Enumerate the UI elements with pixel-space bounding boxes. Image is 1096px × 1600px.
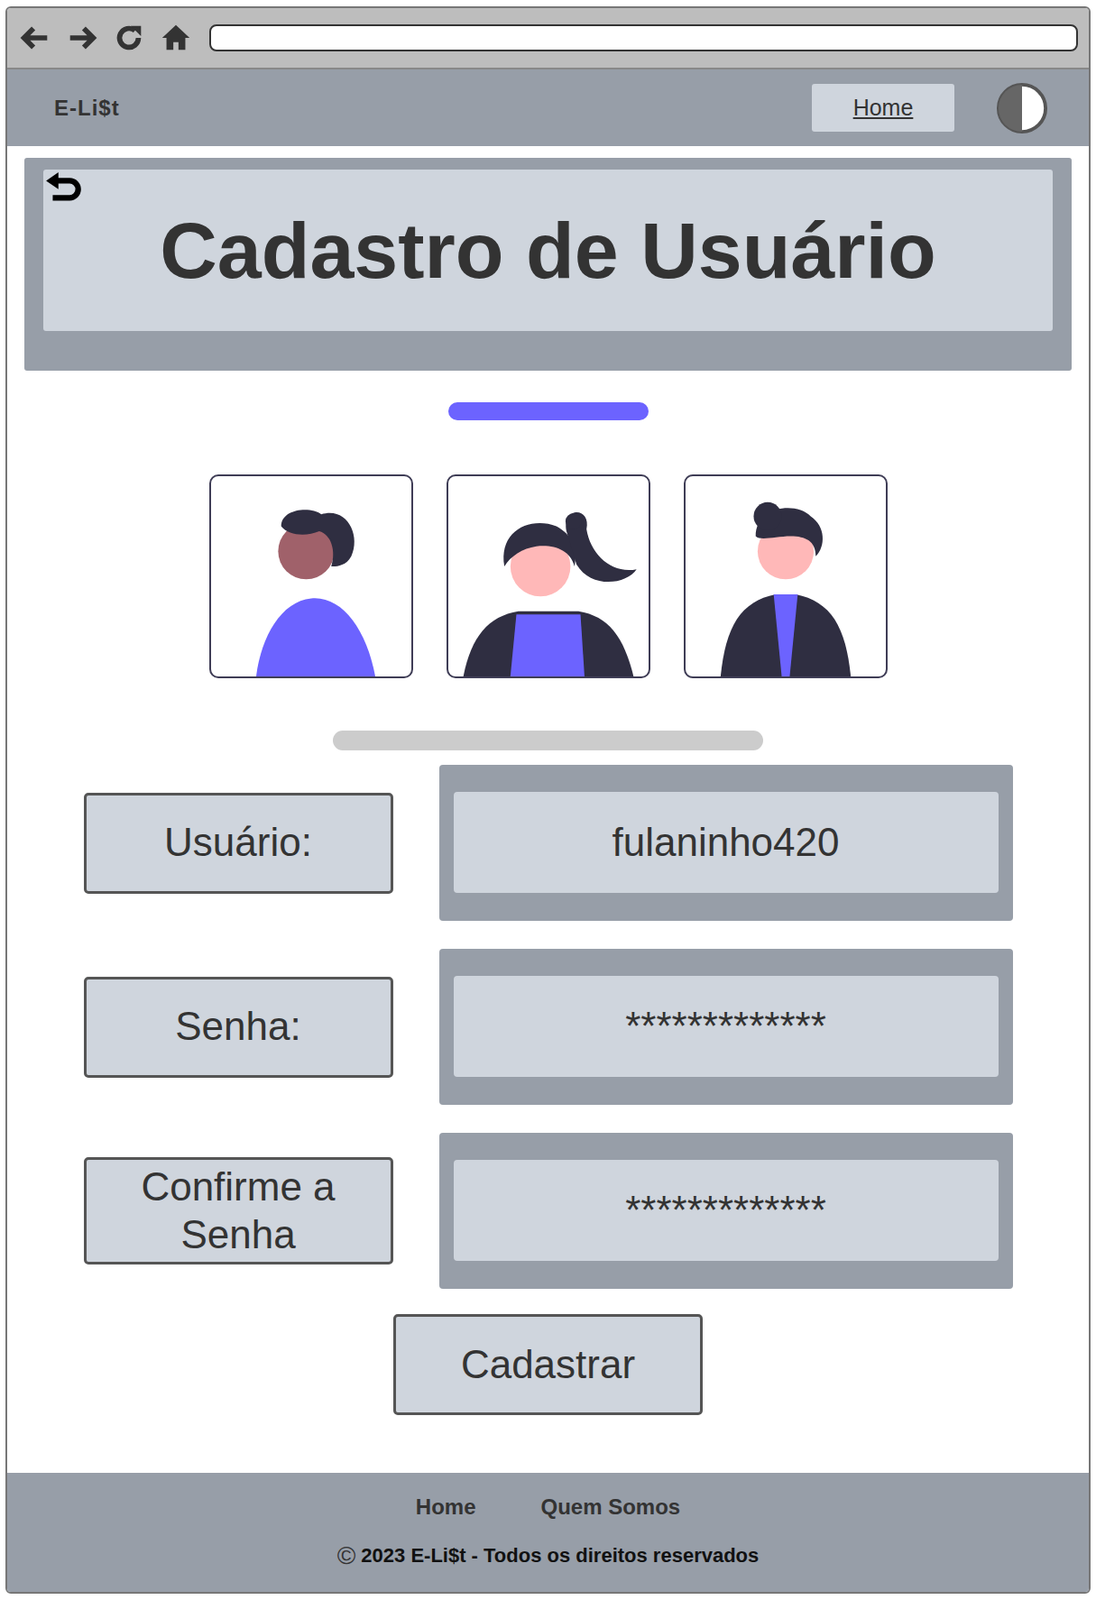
logo[interactable]: E-Li$t (54, 95, 120, 121)
woman-avatar-icon (448, 476, 649, 677)
nav-home-button[interactable]: Home (811, 83, 955, 132)
accent-bar (448, 402, 649, 421)
address-bar[interactable] (209, 24, 1078, 52)
footer-link[interactable]: Home (415, 1494, 477, 1520)
form-row: Senha: ************* (83, 948, 1014, 1106)
text-field[interactable]: ************* (453, 1160, 999, 1262)
signup-form: Usuário:fulaninho420Senha:*************C… (83, 764, 1014, 1416)
app-header: E-Li$t Home (7, 69, 1089, 147)
field-label: Usuário: (83, 792, 394, 894)
man-jacket-avatar-icon (685, 476, 886, 677)
submit-button[interactable]: Cadastrar (393, 1314, 703, 1416)
form-row: Confirme a Senha ************* (83, 1132, 1014, 1290)
avatar-option[interactable] (209, 474, 414, 679)
home-icon[interactable] (158, 20, 194, 56)
main-content: Cadastro de Usuário Usuário: fulaninho420 S… (7, 146, 1089, 1416)
field-label: Senha: (83, 976, 394, 1078)
footer-link[interactable]: Quem Somos (540, 1494, 681, 1520)
browser-window: E-Li$t Home Cadastro de Usuário Usuário: ful… (5, 6, 1091, 1594)
copyright: ©2023 E-Li$t - Todos os direitos reserva… (337, 1541, 760, 1571)
title-panel: Cadastro de Usuário (24, 157, 1072, 371)
avatar-list (24, 474, 1072, 679)
divider-bar (332, 730, 764, 751)
field-frame: ************* (439, 1132, 1014, 1290)
field-frame: fulaninho420 (439, 764, 1014, 922)
reload-icon[interactable] (111, 20, 147, 56)
text-field[interactable]: ************* (453, 976, 999, 1078)
form-row: Usuário: fulaninho420 (83, 764, 1014, 922)
field-frame: ************* (439, 948, 1014, 1106)
avatar-option[interactable] (446, 474, 651, 679)
man-avatar-icon (211, 476, 412, 677)
page-title: Cadastro de Usuário (105, 204, 991, 297)
copyright-symbol: © (337, 1541, 357, 1571)
browser-toolbar (7, 8, 1089, 70)
undo-back-icon[interactable] (43, 171, 85, 213)
text-field[interactable]: fulaninho420 (453, 792, 999, 894)
avatar-option[interactable] (683, 474, 888, 679)
footer: Home Quem Somos ©2023 E-Li$t - Todos os di… (7, 1473, 1089, 1593)
field-label: Confirme a Senha (83, 1157, 394, 1266)
contrast-toggle-icon[interactable] (995, 82, 1049, 135)
forward-arrow-icon[interactable] (64, 20, 100, 56)
back-arrow-icon[interactable] (18, 20, 53, 56)
